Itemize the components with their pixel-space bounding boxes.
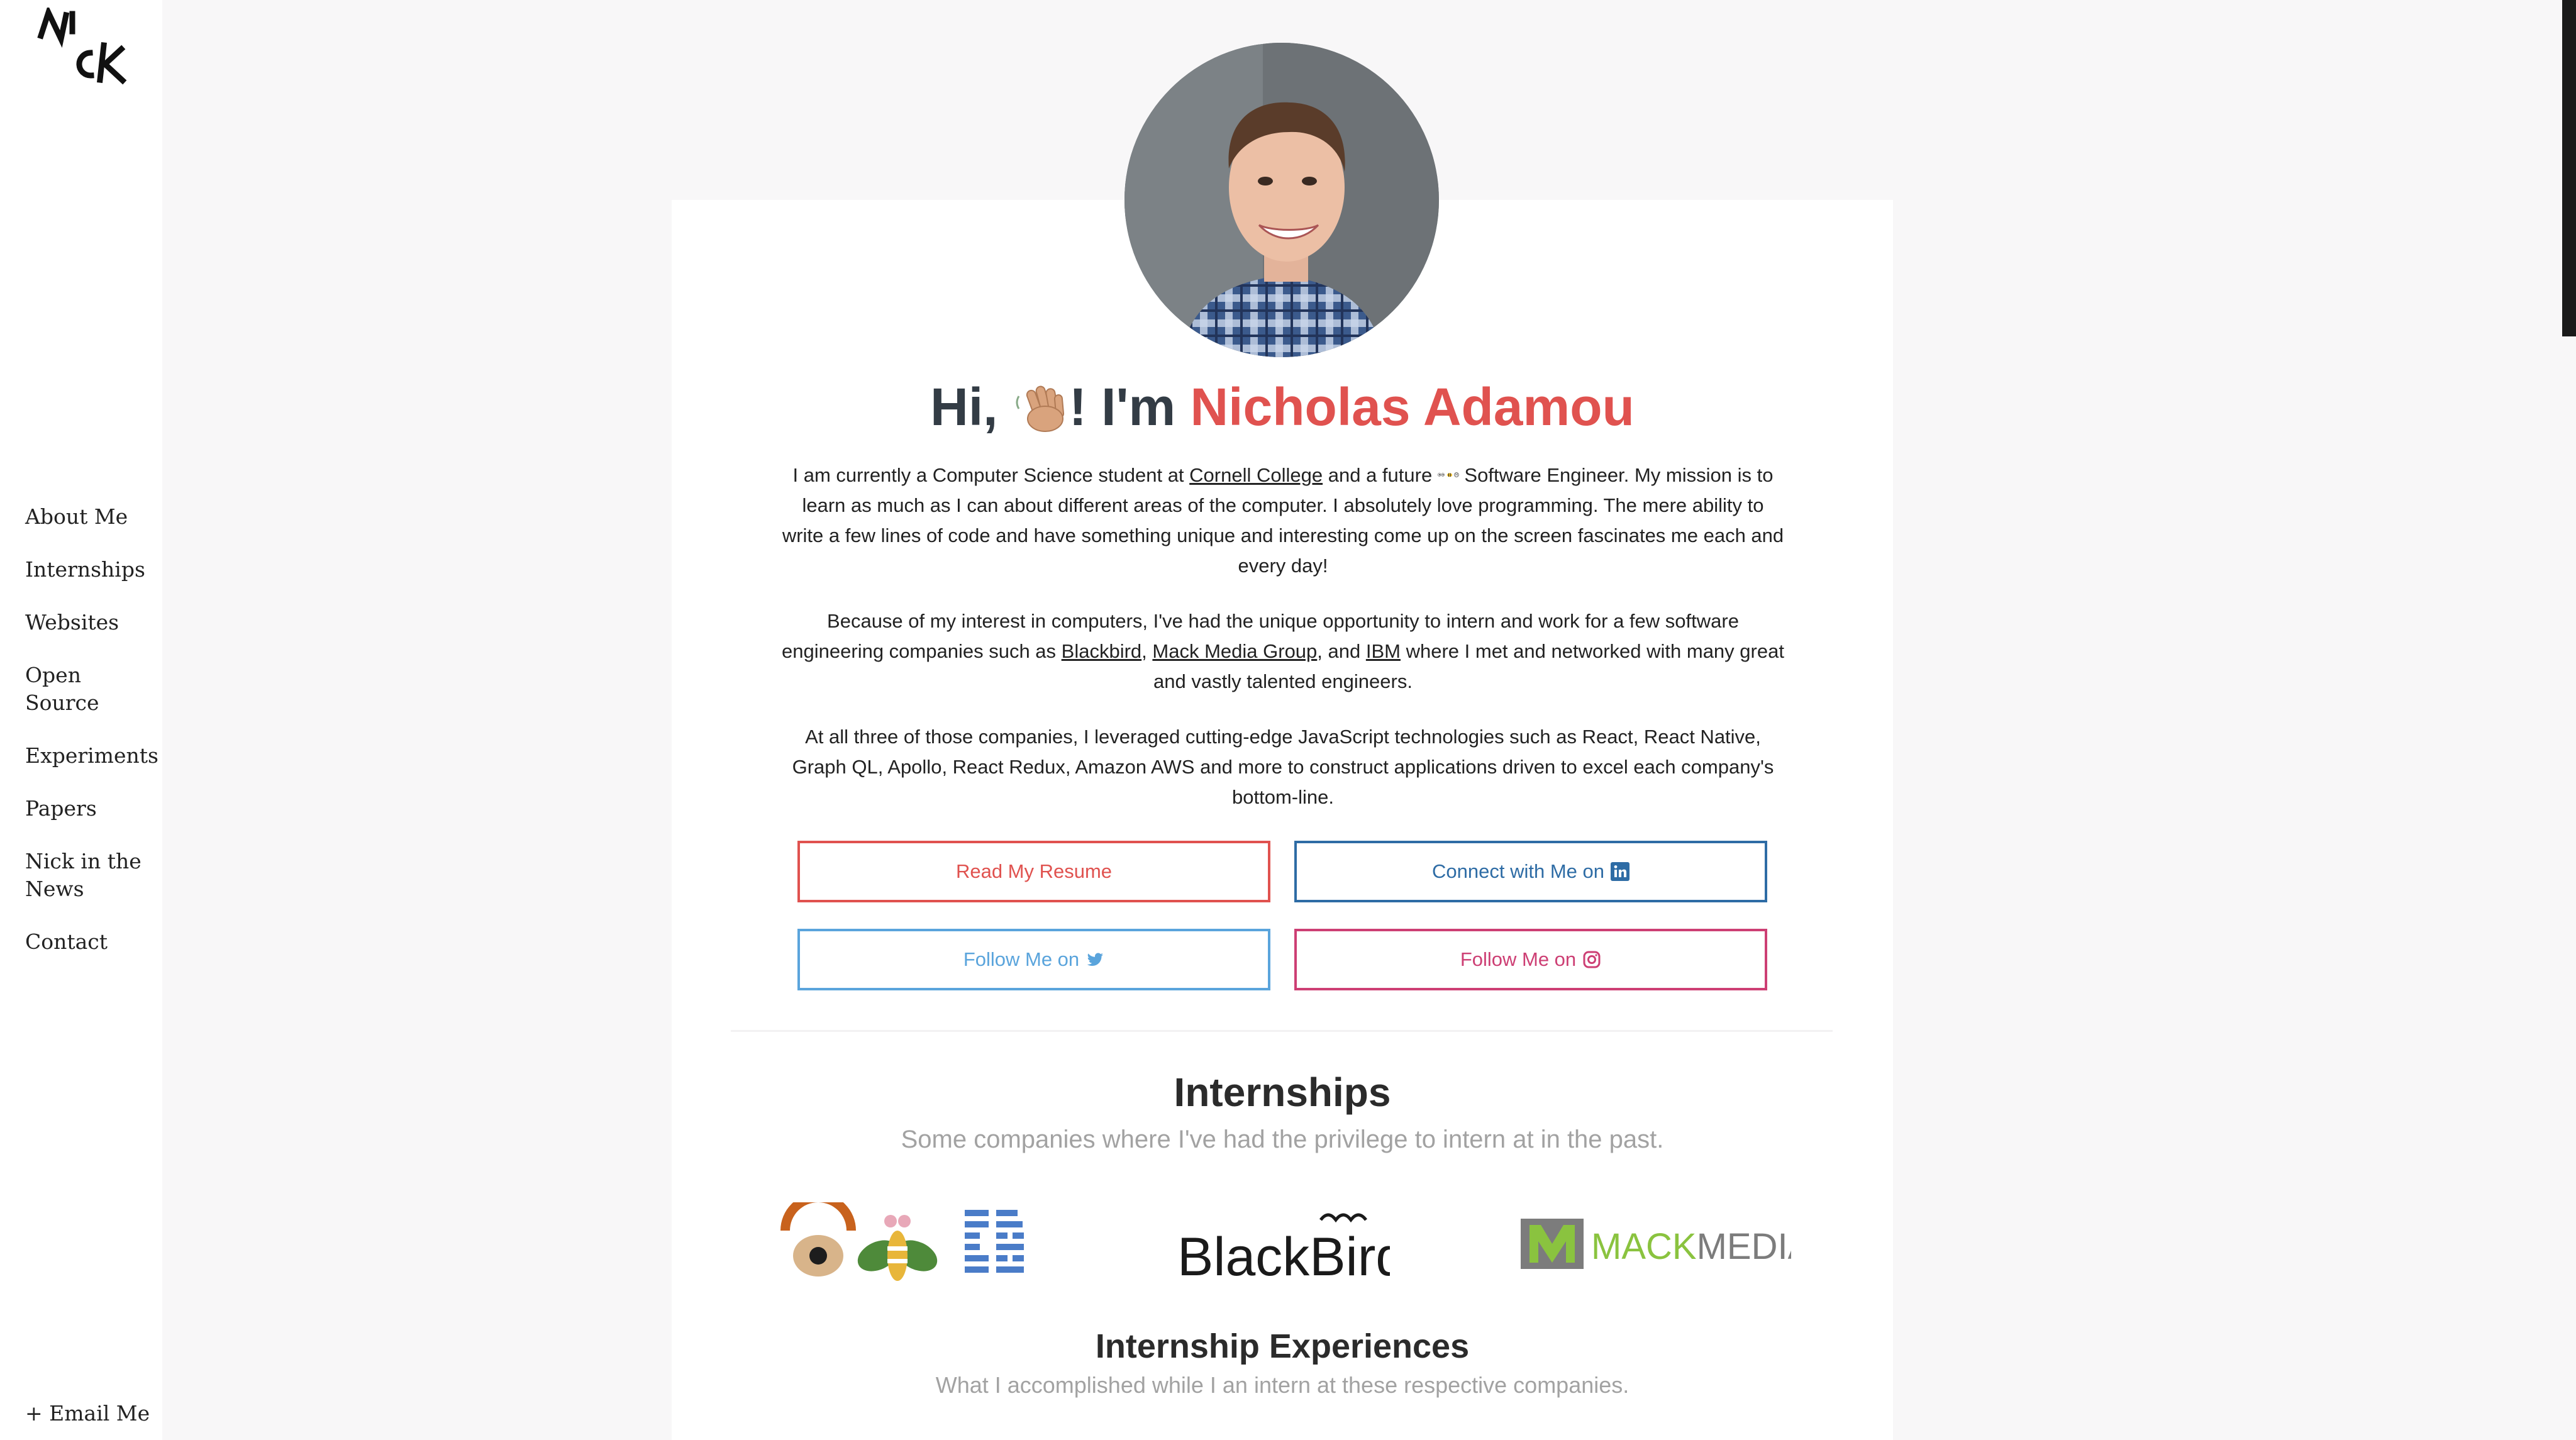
- read-resume-button[interactable]: Read My Resume: [797, 841, 1270, 902]
- eyes-bee-m-icon: M: [1437, 472, 1459, 477]
- email-me-link[interactable]: + Email Me: [25, 1401, 150, 1426]
- nav-internships[interactable]: Internships: [25, 556, 157, 584]
- mackmedia-logo[interactable]: MACKMEDIA: [1521, 1214, 1791, 1270]
- mack-media-group-link[interactable]: Mack Media Group: [1152, 640, 1317, 662]
- profile-photo: [1124, 43, 1439, 357]
- section-divider: [731, 1030, 1833, 1032]
- twitter-label: Follow Me on: [963, 948, 1080, 970]
- mackmedia-logo-media: MEDIA: [1697, 1226, 1791, 1267]
- mackmedia-logo-text: MACKMEDIA: [1591, 1226, 1791, 1267]
- nav-nick-in-the-news[interactable]: Nick in the News: [25, 848, 157, 903]
- twitter-icon: [1087, 953, 1104, 966]
- nav-open-source[interactable]: Open Source: [25, 662, 157, 717]
- nick-logo[interactable]: [35, 8, 129, 89]
- mackmedia-logo-mack: MACK: [1591, 1226, 1697, 1267]
- internships-subtitle: Some companies where I've had the privil…: [901, 1126, 1664, 1153]
- cornell-college-link[interactable]: Cornell College: [1189, 464, 1323, 486]
- read-resume-label: Read My Resume: [955, 860, 1113, 882]
- scrollbar-thumb[interactable]: [2562, 0, 2576, 336]
- nav-websites[interactable]: Websites: [25, 609, 157, 636]
- p2-sep-2: , and: [1317, 640, 1366, 662]
- experiences-subtitle: What I accomplished while I an intern at…: [935, 1372, 1629, 1398]
- blackbird-link[interactable]: Blackbird: [1062, 640, 1142, 662]
- p2-sep-1: ,: [1141, 640, 1153, 662]
- instagram-icon: [1583, 951, 1601, 968]
- instagram-button[interactable]: Follow Me on: [1294, 929, 1767, 990]
- about-paragraph-3: At all three of those companies, I lever…: [792, 726, 1774, 808]
- instagram-label: Follow Me on: [1460, 948, 1577, 970]
- linkedin-button[interactable]: Connect with Me on: [1294, 841, 1767, 902]
- linkedin-icon: [1610, 862, 1629, 881]
- about-paragraph-1: I am currently a Computer Science studen…: [780, 460, 1786, 581]
- blackbird-logo-text: BlackBird: [1177, 1227, 1390, 1283]
- p1-text-a: I am currently a Computer Science studen…: [792, 464, 1190, 486]
- about-text: I am currently a Computer Science studen…: [780, 460, 1786, 838]
- p1-text-b: and a future: [1323, 464, 1438, 486]
- sidebar-nav: About Me Internships Websites Open Sourc…: [25, 503, 158, 981]
- nav-papers[interactable]: Papers: [25, 795, 157, 822]
- nav-about-me[interactable]: About Me: [25, 503, 157, 531]
- greeting-mid: ! I'm: [1069, 377, 1176, 436]
- experiences-title: Internship Experiences: [1095, 1327, 1470, 1365]
- greeting-prefix: Hi,: [930, 377, 998, 436]
- profile-photo-illustration: [1124, 43, 1439, 357]
- blackbird-logo[interactable]: BlackBird: [1176, 1207, 1390, 1283]
- linkedin-label: Connect with Me on: [1432, 860, 1604, 882]
- waving-hand-icon: [1016, 385, 1064, 432]
- ibm-link[interactable]: IBM: [1366, 640, 1401, 662]
- hero-name: Nicholas Adamou: [1190, 377, 1635, 436]
- about-paragraph-2: Because of my interest in computers, I'v…: [780, 606, 1786, 697]
- twitter-button[interactable]: Follow Me on: [797, 929, 1270, 990]
- nav-contact[interactable]: Contact: [25, 928, 157, 956]
- internships-title: Internships: [1174, 1070, 1391, 1115]
- svg-text:M: M: [1455, 474, 1458, 477]
- ibm-logo[interactable]: [777, 1202, 1041, 1284]
- sidebar: About Me Internships Websites Open Sourc…: [0, 0, 162, 1440]
- hero-headline: Hi, ! I'm Nicholas Adamou: [672, 372, 1893, 441]
- nav-experiments[interactable]: Experiments: [25, 742, 158, 770]
